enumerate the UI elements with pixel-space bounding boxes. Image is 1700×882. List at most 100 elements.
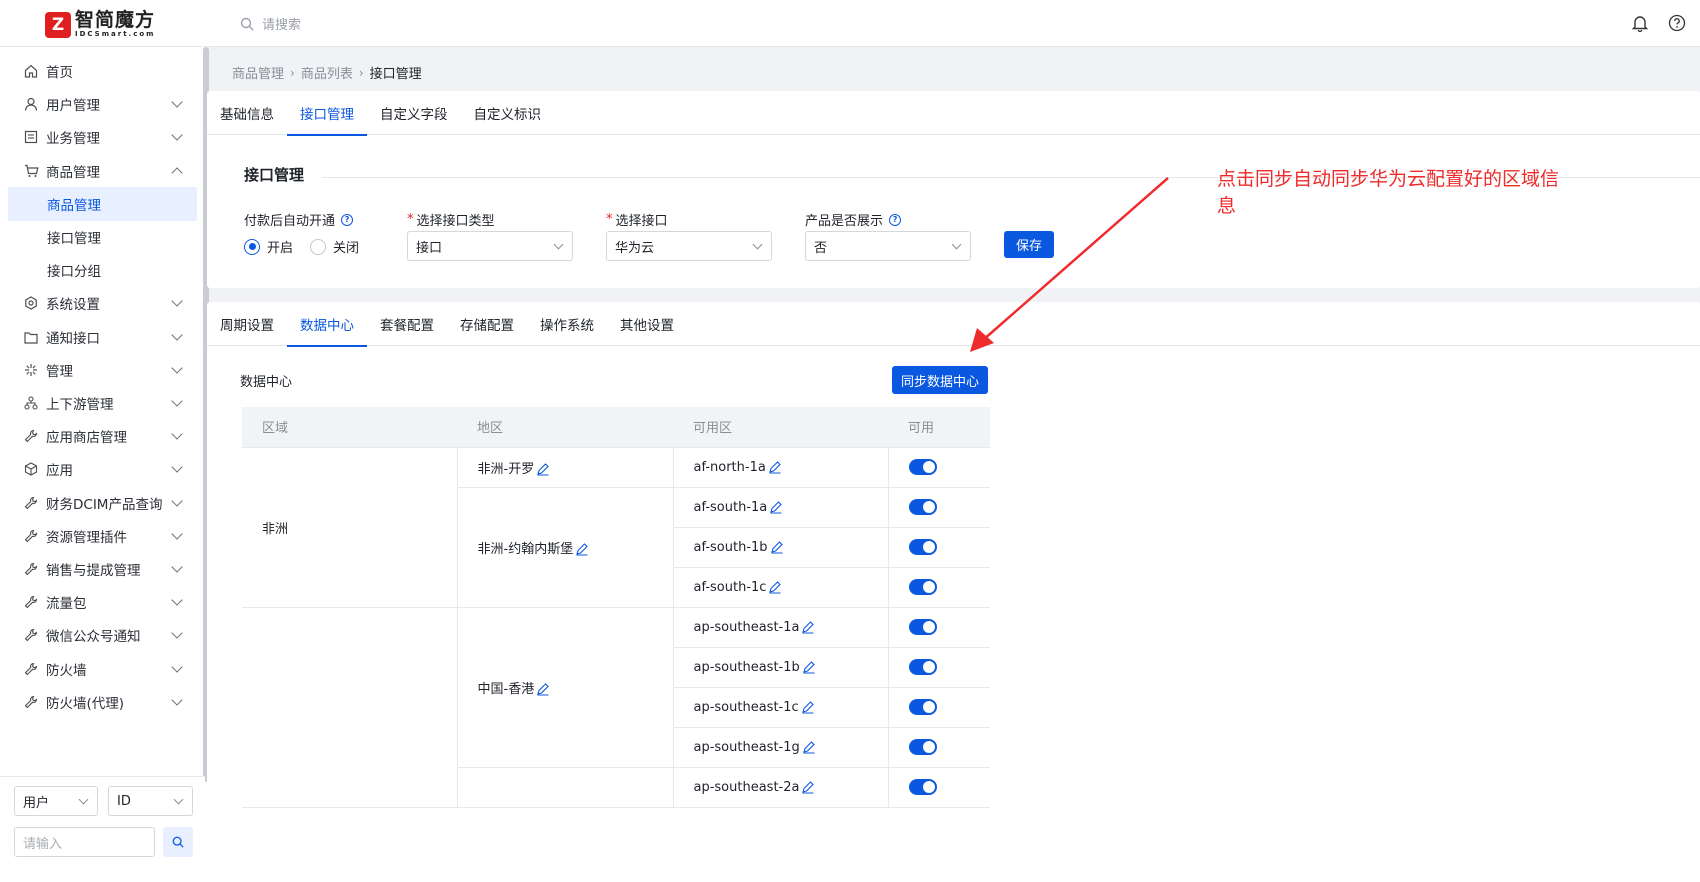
- sidebar-item-upstream[interactable]: 上下游管理: [0, 386, 197, 420]
- enabled-toggle[interactable]: [908, 619, 937, 635]
- zone-cell: af-south-1c: [672, 567, 888, 608]
- question-icon[interactable]: ?: [341, 213, 354, 226]
- area-name: 非洲-开罗: [477, 461, 535, 477]
- tab-storage-config[interactable]: 存储配置: [447, 302, 527, 346]
- filter-type-select[interactable]: 用户: [14, 786, 98, 816]
- enabled-toggle[interactable]: [908, 739, 937, 755]
- chevron-down-icon: [171, 428, 183, 440]
- tab-interface-management[interactable]: 接口管理: [287, 91, 367, 136]
- interface-type-select[interactable]: 接口: [407, 231, 573, 261]
- enabled-toggle[interactable]: [908, 699, 937, 715]
- search-box[interactable]: 请搜索: [240, 14, 301, 33]
- radio-off[interactable]: 关闭: [310, 237, 359, 256]
- sidebar-subitem-products[interactable]: 商品管理: [8, 187, 197, 221]
- question-icon[interactable]: ?: [889, 213, 902, 226]
- sidebar-item-users[interactable]: 用户管理: [0, 87, 197, 121]
- sidebar-item-label: 防火墙(代理): [46, 696, 125, 712]
- edit-icon[interactable]: [768, 460, 782, 474]
- edit-icon[interactable]: [769, 500, 783, 514]
- sidebar-item-business[interactable]: 业务管理: [0, 120, 197, 154]
- enabled-cell: [887, 447, 990, 488]
- edit-icon[interactable]: [802, 660, 816, 674]
- sidebar-item-label: 微信公众号通知: [46, 629, 141, 645]
- sidebar-item-manage[interactable]: 管理: [0, 353, 197, 387]
- radio-on[interactable]: 开启: [244, 237, 293, 256]
- zone-name: af-south-1c: [693, 579, 767, 595]
- interface-type-label: * 选择接口类型: [407, 212, 495, 229]
- edit-icon[interactable]: [768, 580, 782, 594]
- edit-icon[interactable]: [770, 540, 784, 554]
- sidebar-item-resource-plugin[interactable]: 资源管理插件: [0, 519, 197, 553]
- chevron-down-icon: [171, 295, 183, 307]
- column-header-area: 地区: [457, 407, 673, 448]
- sidebar-subitem-interfaces[interactable]: 接口管理: [0, 220, 197, 254]
- column-header-zone: 可用区: [673, 407, 888, 448]
- enabled-toggle[interactable]: [908, 659, 937, 675]
- area-name: 中国-香港: [477, 681, 535, 697]
- sidebar-item-wechat[interactable]: 微信公众号通知: [0, 618, 197, 652]
- auto-open-label: 付款后自动开通?: [244, 210, 354, 229]
- chevron-down-icon: [171, 627, 183, 639]
- sidebar-item-app-store[interactable]: 应用商店管理: [0, 419, 197, 453]
- edit-icon[interactable]: [802, 740, 816, 754]
- filter-field-select[interactable]: ID: [108, 786, 193, 816]
- save-button[interactable]: 保存: [1004, 231, 1054, 258]
- chevron-down-icon: [171, 694, 183, 706]
- sidebar-item-sales[interactable]: 销售与提成管理: [0, 552, 197, 586]
- chevron-right-icon: ›: [358, 65, 364, 80]
- tab-cycle-settings[interactable]: 周期设置: [207, 302, 287, 346]
- area-cell: 非洲-约翰内斯堡: [456, 487, 673, 608]
- search-input[interactable]: 请搜索: [262, 14, 301, 33]
- tab-datacenter[interactable]: 数据中心: [287, 302, 367, 347]
- sidebar-item-apps[interactable]: 应用: [0, 452, 197, 486]
- breadcrumb-item[interactable]: 商品列表: [301, 63, 353, 82]
- enabled-toggle[interactable]: [908, 779, 937, 795]
- enabled-toggle[interactable]: [908, 499, 937, 515]
- sidebar-item-home[interactable]: 首页: [0, 54, 197, 88]
- sidebar-subitem-interface-groups[interactable]: 接口分组: [0, 253, 197, 287]
- breadcrumb-item[interactable]: 商品管理: [232, 63, 284, 82]
- enabled-cell: [887, 647, 990, 688]
- edit-icon[interactable]: [536, 682, 550, 696]
- enabled-toggle[interactable]: [908, 539, 937, 555]
- sidebar-item-traffic[interactable]: 流量包: [0, 585, 197, 619]
- sync-datacenter-button[interactable]: 同步数据中心: [892, 366, 988, 394]
- sidebar-item-firewall-proxy[interactable]: 防火墙(代理): [0, 685, 197, 719]
- sidebar-item-label: 财务DCIM产品查询: [46, 497, 163, 513]
- edit-icon[interactable]: [575, 542, 589, 556]
- home-icon: [22, 62, 40, 80]
- sidebar-item-products[interactable]: 商品管理: [0, 154, 197, 188]
- bell-icon[interactable]: [1632, 14, 1648, 32]
- enabled-toggle[interactable]: [908, 459, 937, 475]
- sidebar-item-system-settings[interactable]: 系统设置: [0, 286, 197, 320]
- edit-icon[interactable]: [536, 462, 550, 476]
- wrench-icon: [22, 560, 40, 578]
- help-icon[interactable]: [1668, 14, 1686, 32]
- logo[interactable]: Z 智简魔方 IDCSmart.com: [45, 11, 155, 38]
- tab-basic-info[interactable]: 基础信息: [207, 91, 287, 135]
- enabled-toggle[interactable]: [908, 579, 937, 595]
- sidebar-item-label: 业务管理: [46, 131, 100, 147]
- tab-other-settings[interactable]: 其他设置: [607, 302, 687, 346]
- edit-icon[interactable]: [801, 700, 815, 714]
- zone-cell: af-south-1a: [672, 487, 888, 528]
- sidebar-item-dcim[interactable]: 财务DCIM产品查询: [0, 486, 197, 520]
- edit-icon[interactable]: [801, 780, 815, 794]
- tab-custom-identifiers[interactable]: 自定义标识: [461, 91, 555, 135]
- column-header-region: 区域: [242, 407, 457, 448]
- zone-name: ap-southeast-2a: [693, 779, 800, 795]
- edit-icon[interactable]: [801, 620, 815, 634]
- sidebar-item-notify[interactable]: 通知接口: [0, 320, 197, 354]
- tab-custom-fields[interactable]: 自定义字段: [367, 91, 461, 135]
- folder-icon: [22, 328, 40, 346]
- filter-search-button[interactable]: [163, 827, 193, 857]
- filter-input[interactable]: 请输入: [14, 827, 155, 857]
- chevron-down-icon: [171, 329, 183, 341]
- interface-select[interactable]: 华为云: [606, 231, 772, 261]
- search-icon: [172, 836, 184, 848]
- display-select[interactable]: 否: [805, 231, 971, 261]
- display-value: 否: [814, 240, 828, 256]
- sidebar-item-firewall[interactable]: 防火墙: [0, 652, 197, 686]
- tab-package-config[interactable]: 套餐配置: [367, 302, 447, 346]
- tab-operating-system[interactable]: 操作系统: [527, 302, 607, 346]
